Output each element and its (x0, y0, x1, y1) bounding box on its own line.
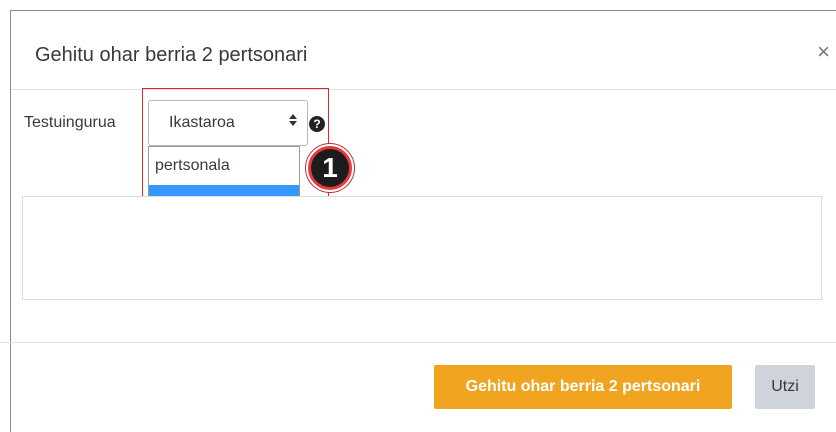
modal-footer-divider (0, 342, 836, 343)
close-icon[interactable]: × (817, 41, 830, 63)
callout-number: 1 (311, 149, 349, 187)
note-textarea[interactable] (22, 196, 822, 300)
add-note-button[interactable]: Gehitu ohar berria 2 pertsonari (434, 365, 732, 409)
context-label: Testuingurua (24, 114, 116, 131)
modal-title: Gehitu ohar berria 2 pertsonari (35, 44, 308, 66)
modal-header: Gehitu ohar berria 2 pertsonari × (11, 11, 836, 90)
cancel-button[interactable]: Utzi (755, 365, 815, 409)
callout-badge: 1 (306, 144, 354, 192)
